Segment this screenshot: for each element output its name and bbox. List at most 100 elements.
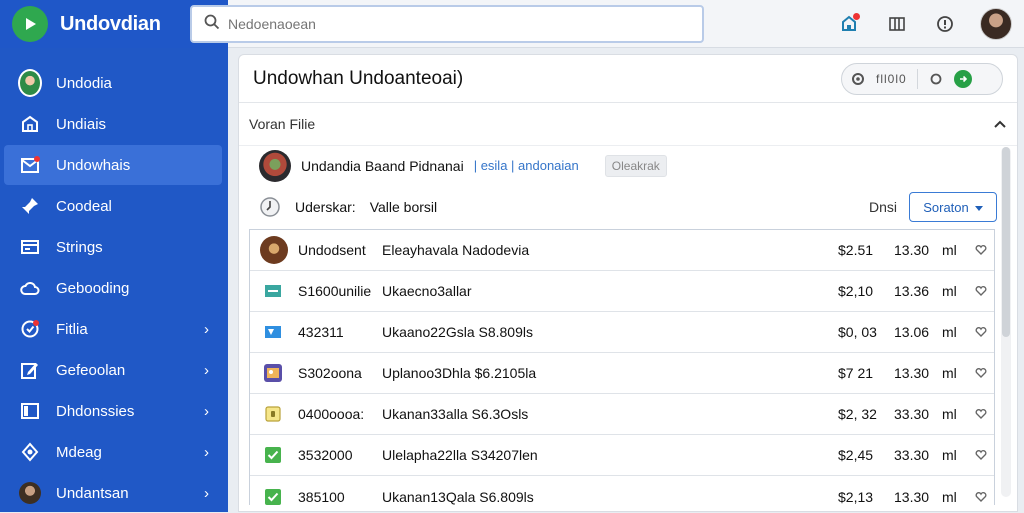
sidebar-item-mdeag[interactable]: Mdeag ›: [4, 432, 222, 472]
sidebar-item-pin[interactable]: Coodeal: [4, 186, 222, 226]
home-icon: [18, 112, 42, 136]
toolbar-text[interactable]: fll0l0: [876, 72, 907, 86]
info-thumbnail: [259, 149, 291, 182]
filter-key: Uderskar:: [295, 199, 356, 215]
sidebar-item-dhdonssies[interactable]: Dhdonssies ›: [4, 391, 222, 431]
row-time: 13.30: [894, 488, 930, 505]
heart-icon[interactable]: [968, 244, 994, 256]
heart-icon[interactable]: [968, 367, 994, 379]
row-id: 432311: [298, 324, 344, 340]
row-price: $2.51: [838, 242, 874, 258]
scrollbar[interactable]: [1001, 147, 1011, 497]
columns-icon[interactable]: [884, 11, 910, 37]
table-row[interactable]: Undodsent Eleayhavala Nadodevia $2.51 13…: [250, 230, 994, 271]
section-header: Voran Filie: [239, 103, 1017, 145]
header-toolbar: fll0l0: [841, 62, 1003, 95]
heart-icon[interactable]: [968, 408, 994, 420]
sidebar-item-label: Coodeal: [56, 197, 112, 215]
row-id: 3532000: [298, 447, 353, 463]
sidebar-item-fitlia[interactable]: Fitlia ›: [4, 309, 222, 349]
sort-select-button[interactable]: Soraton: [909, 192, 997, 222]
table-row[interactable]: 432311 Ukaano22Gsla S8.809ls $0, 03 13.0…: [250, 312, 994, 353]
page-title: Undowhan Undoanteoai): [253, 67, 464, 89]
filter-right: Dnsi Soraton: [869, 192, 997, 222]
image-icon: [262, 362, 284, 384]
table-row[interactable]: 0400oooa: Ukanan33alla S6.3Osls $2, 32 3…: [250, 394, 994, 435]
main-header: Undowhan Undoanteoai) fll0l0: [239, 55, 1017, 103]
settings-icon[interactable]: [850, 71, 866, 87]
chevron-right-icon: ›: [204, 484, 209, 502]
play-icon: [12, 6, 48, 42]
row-unit: ml: [942, 488, 957, 505]
sidebar-item-label: Undowhais: [56, 156, 131, 174]
sidebar-item-profile[interactable]: Undodia: [4, 63, 222, 103]
table-row[interactable]: 385100 Ukanan13Qala S6.809ls $2,13 13.30…: [250, 476, 994, 505]
chevron-right-icon: ›: [204, 361, 209, 379]
heart-icon[interactable]: [968, 326, 994, 338]
record-icon[interactable]: [928, 71, 944, 87]
sidebar: Undodia Undiais Undowhais Coodeal String…: [0, 48, 228, 512]
row-id: 0400oooa:: [298, 406, 365, 422]
row-description: Ukanan13Qala S6.809ls: [382, 488, 534, 505]
sidebar-item-undantsan[interactable]: Undantsan ›: [4, 473, 222, 513]
row-time: 33.30: [894, 406, 930, 422]
row-unit: ml: [942, 406, 957, 422]
scrollbar-thumb[interactable]: [1002, 147, 1010, 337]
row-time: 13.36: [894, 283, 930, 299]
row-time: 13.30: [894, 242, 930, 258]
sidebar-item-label: Strings: [56, 238, 103, 256]
sidebar-item-cloud[interactable]: Gebooding: [4, 268, 222, 308]
notification-badge: [853, 12, 860, 20]
main-panel: Undowhan Undoanteoai) fll0l0 Voran Filie…: [238, 54, 1018, 512]
user-avatar[interactable]: [980, 7, 1012, 40]
items-table: Undodsent Eleayhavala Nadodevia $2.51 13…: [249, 229, 995, 505]
toolbar-divider: [916, 68, 918, 89]
sidebar-item-label: Undantsan: [56, 484, 129, 502]
row-description: Eleayhavala Nadodevia: [382, 242, 530, 258]
check-icon: [262, 486, 284, 506]
check-icon: [262, 444, 284, 466]
sidebar-item-strings[interactable]: Strings: [4, 227, 222, 267]
heart-icon[interactable]: [968, 491, 994, 503]
lock-icon: [262, 403, 284, 425]
search-box[interactable]: [190, 4, 704, 43]
sidebar-item-label: Dhdonssies: [56, 402, 135, 420]
sidebar-item-label: Undiais: [56, 115, 107, 133]
row-unit: ml: [942, 242, 957, 258]
search-icon: [204, 14, 220, 33]
row-price: $2,10: [838, 283, 874, 299]
clock-icon: [259, 196, 281, 218]
sidebar-item-home[interactable]: Undiais: [4, 104, 222, 144]
chevron-up-icon[interactable]: [993, 117, 1007, 132]
go-button[interactable]: [953, 69, 972, 88]
info-links[interactable]: | esila | andonaian: [474, 158, 579, 173]
sidebar-item-label: Undodia: [56, 74, 112, 92]
message-icon: [262, 280, 284, 302]
sidebar-item-label: Gebooding: [56, 279, 130, 297]
top-icons: [836, 7, 1024, 40]
help-icon[interactable]: [932, 11, 958, 37]
heart-icon[interactable]: [968, 285, 994, 297]
sidebar-item-gefeoolan[interactable]: Gefeoolan ›: [4, 350, 222, 390]
sidebar-item-label: Mdeag: [56, 443, 102, 461]
notification-icon[interactable]: [836, 11, 862, 37]
top-bar: Undovdian: [0, 0, 1024, 48]
content-area: Undandia Baand Pidnanai | esila | andona…: [239, 145, 1017, 505]
table-row[interactable]: S1600unilie Ukaecno3allar $2,10 13.36 ml: [250, 271, 994, 312]
filter-value: Valle borsil: [369, 199, 438, 215]
info-tag[interactable]: Oleakrak: [604, 154, 667, 177]
sidebar-item-inbox[interactable]: Undowhais: [4, 145, 222, 185]
row-description: Ukaano22Gsla S8.809ls: [382, 324, 533, 340]
cloud-icon: [18, 276, 42, 300]
price-label: Dnsi: [868, 199, 897, 215]
profile-avatar: [18, 69, 42, 97]
row-price: $2, 32: [838, 406, 877, 422]
row-description: Uplanoo3Dhla $6.2105la: [382, 365, 537, 381]
heart-icon[interactable]: [968, 449, 994, 461]
search-input[interactable]: [228, 15, 702, 32]
table-row[interactable]: 3532000 Ulelapha22lla S34207len $2,45 33…: [250, 435, 994, 476]
table-row[interactable]: S302oona Uplanoo3Dhla $6.2105la $7 21 13…: [250, 353, 994, 394]
card-icon: [18, 235, 42, 259]
row-id: S302oona: [298, 365, 362, 381]
window-icon: [18, 399, 42, 423]
